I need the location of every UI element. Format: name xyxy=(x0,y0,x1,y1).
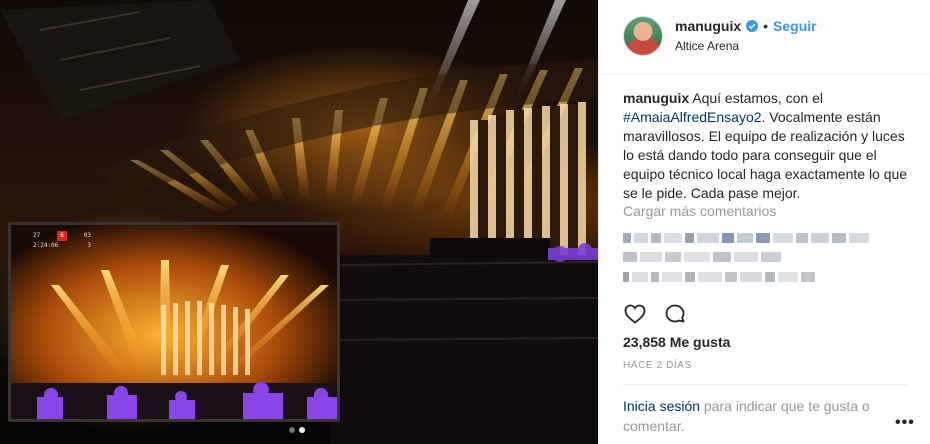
carousel-indicator xyxy=(289,427,305,433)
hashtag-link[interactable]: #AmaiaAlfredEnsayo2 xyxy=(623,109,762,125)
stage-monitor-screen: 27 6 03 2:24:06 3 xyxy=(8,222,340,422)
login-prompt: Inicia sesión para indicar que te gusta … xyxy=(623,396,885,436)
more-options-icon[interactable]: ••• xyxy=(895,414,915,432)
hud-value-red: 6 xyxy=(57,231,67,241)
separator-bullet: • xyxy=(763,18,769,34)
comment-bubble-icon[interactable] xyxy=(663,302,687,326)
avatar[interactable] xyxy=(623,16,663,56)
username-link[interactable]: manuguix xyxy=(675,18,741,34)
caption-username-link[interactable]: manuguix xyxy=(623,90,689,106)
hud-value: 2:24:06 xyxy=(33,242,59,249)
obscured-comment xyxy=(623,251,781,263)
verified-badge-icon xyxy=(746,20,759,32)
login-link[interactable]: Inicia sesión xyxy=(623,398,700,414)
post-photo[interactable]: 27 6 03 2:24:06 3 xyxy=(0,0,598,444)
obscured-comment xyxy=(623,271,815,283)
location-link[interactable]: Altice Arena xyxy=(675,39,739,53)
hud-value: 03 xyxy=(83,232,91,239)
hud-value: 3 xyxy=(87,242,91,249)
post-caption: manuguix Aquí estamos, con el #AmaiaAlfr… xyxy=(623,89,913,203)
carousel-dot[interactable] xyxy=(289,427,295,433)
divider xyxy=(623,384,907,385)
post-timestamp[interactable]: HACE 2 DÍAS xyxy=(623,360,692,371)
caption-text: Aquí estamos, con el xyxy=(689,90,823,106)
heart-icon[interactable] xyxy=(623,302,647,326)
load-more-comments-button[interactable]: Cargar más comentarios xyxy=(623,203,776,219)
likes-count[interactable]: 23,858 Me gusta xyxy=(623,334,730,350)
carousel-dot-active[interactable] xyxy=(299,427,305,433)
obscured-comment xyxy=(623,232,869,244)
post-side-panel: manuguix • Seguir Altice Arena manuguix … xyxy=(598,0,930,444)
post-header: manuguix • Seguir Altice Arena xyxy=(599,0,930,75)
monitor-hud: 27 6 03 2:24:06 3 xyxy=(33,231,91,255)
post-actions xyxy=(623,302,913,328)
hud-value: 27 xyxy=(33,232,41,239)
follow-button[interactable]: Seguir xyxy=(773,18,817,34)
